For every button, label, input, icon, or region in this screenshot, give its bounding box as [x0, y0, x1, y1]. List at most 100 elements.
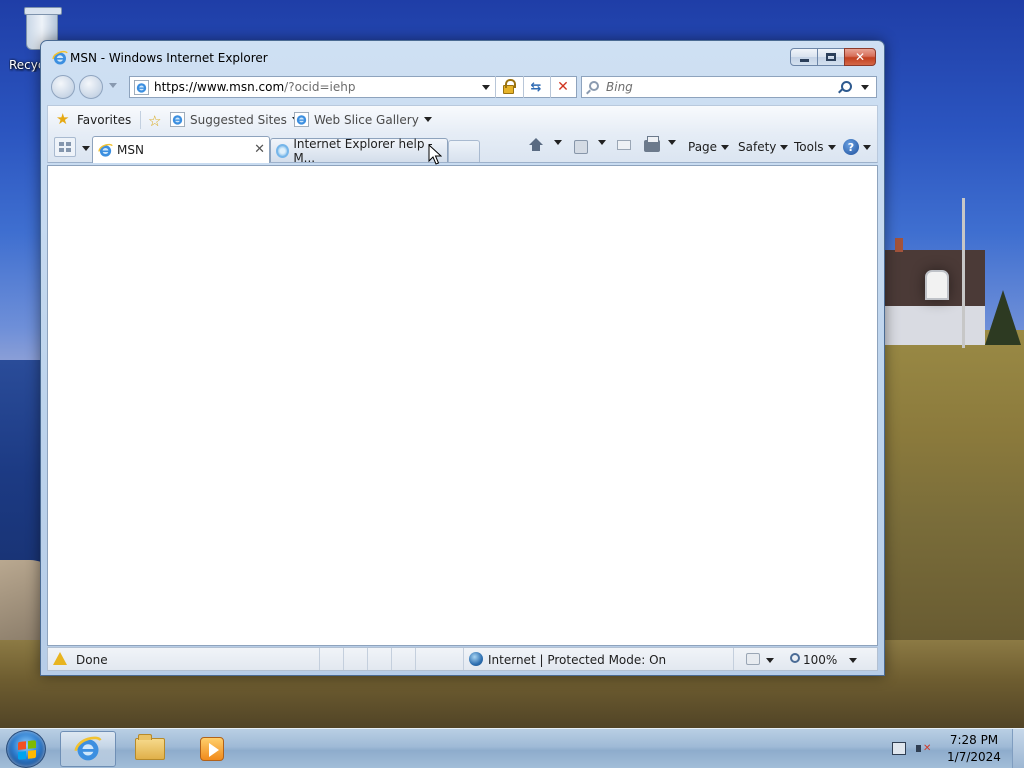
- stop-icon: ✕: [557, 79, 569, 95]
- close-icon: ✕: [854, 50, 866, 64]
- protected-mode-icon[interactable]: [746, 653, 760, 665]
- quick-tabs-button[interactable]: [54, 137, 76, 157]
- wallpaper-flagpole: [962, 198, 965, 348]
- page-favicon-icon: [134, 80, 149, 95]
- status-cell: [392, 648, 416, 670]
- clock-time[interactable]: 7:28 PM: [942, 733, 1006, 747]
- close-button[interactable]: ✕: [844, 48, 876, 66]
- taskbar-internet-explorer[interactable]: [60, 731, 116, 767]
- web-slice-gallery-link[interactable]: Web Slice Gallery: [294, 112, 432, 127]
- status-cell: [48, 648, 320, 670]
- lock-icon: [502, 79, 516, 94]
- page-content-area[interactable]: [47, 165, 878, 646]
- taskbar-windows-explorer[interactable]: [122, 731, 178, 767]
- internet-explorer-icon: [170, 112, 185, 127]
- loading-spinner-icon: [276, 143, 290, 158]
- security-report-button[interactable]: [495, 76, 520, 98]
- show-desktop-button[interactable]: [1012, 729, 1024, 768]
- print-icon: [644, 136, 660, 152]
- zoom-level[interactable]: 100%: [803, 653, 837, 667]
- chevron-down-icon: [780, 144, 789, 150]
- search-placeholder: Bing: [606, 80, 633, 94]
- tab-internet-explorer-help[interactable]: Internet Explorer help - M...: [270, 136, 448, 165]
- chevron-down-icon: [423, 117, 432, 122]
- internet-explorer-icon: [52, 50, 68, 65]
- chevron-down-icon: [827, 144, 836, 150]
- recent-pages-dropdown[interactable]: [109, 83, 117, 88]
- protected-mode-dropdown[interactable]: [766, 658, 774, 663]
- folder-icon: [135, 734, 165, 760]
- web-slice-gallery-label: Web Slice Gallery: [314, 112, 419, 127]
- wallpaper-house: [885, 238, 985, 345]
- tab-msn[interactable]: MSN ✕: [92, 136, 270, 163]
- tab-label: MSN: [117, 143, 144, 157]
- internet-explorer-window: MSN - Windows Internet Explorer ✕ https:…: [40, 40, 885, 676]
- windows-logo-icon: [18, 740, 36, 760]
- zoom-dropdown[interactable]: [849, 658, 857, 663]
- page-menu-button[interactable]: Page: [688, 140, 730, 154]
- search-options-dropdown[interactable]: [861, 85, 869, 90]
- add-to-favorites-bar-button[interactable]: ☆: [148, 112, 165, 130]
- volume-muted-icon[interactable]: [916, 742, 931, 755]
- chevron-down-icon: [863, 144, 871, 150]
- favorites-separator: [140, 111, 141, 129]
- home-button[interactable]: [529, 138, 543, 152]
- zoom-icon: [790, 653, 800, 663]
- read-mail-button[interactable]: [617, 140, 631, 150]
- status-bar: Done Internet | Protected Mode: On 100%: [47, 647, 878, 671]
- taskbar-media-player[interactable]: [184, 731, 240, 767]
- start-button[interactable]: [6, 730, 46, 768]
- window-titlebar[interactable]: MSN - Windows Internet Explorer ✕: [41, 41, 884, 73]
- window-title: MSN - Windows Internet Explorer: [70, 51, 268, 65]
- search-icon[interactable]: [838, 80, 852, 94]
- notification-area: 7:28 PM 1/7/2024: [888, 729, 1008, 768]
- suggested-sites-label: Suggested Sites: [190, 112, 287, 127]
- address-bar[interactable]: https://www.msn.com/?ocid=iehp ⇆ ✕: [129, 76, 577, 98]
- back-button[interactable]: [51, 75, 75, 99]
- print-button[interactable]: [644, 136, 660, 152]
- suggested-sites-link[interactable]: Suggested Sites: [170, 112, 300, 127]
- tab-label: Internet Explorer help - M...: [293, 136, 433, 165]
- rss-feed-icon: [574, 140, 588, 154]
- safety-menu-button[interactable]: Safety: [738, 140, 789, 154]
- help-menu-button[interactable]: ?: [843, 139, 871, 155]
- tab-list-dropdown[interactable]: [82, 146, 90, 151]
- tools-menu-button[interactable]: Tools: [794, 140, 836, 154]
- media-player-icon: [200, 737, 224, 761]
- print-dropdown[interactable]: [664, 140, 676, 145]
- favorites-bar: ★ Favorites ☆ Suggested Sites Web Slice …: [47, 105, 878, 133]
- network-icon[interactable]: [892, 742, 906, 755]
- chevron-down-icon: [554, 140, 562, 145]
- chevron-down-icon: [721, 144, 730, 150]
- internet-explorer-icon: [294, 112, 309, 127]
- wallpaper-tree: [985, 290, 1021, 345]
- favorites-button[interactable]: ★ Favorites: [56, 112, 131, 128]
- forward-button[interactable]: [79, 75, 103, 99]
- close-tab-icon[interactable]: ✕: [254, 142, 265, 157]
- search-provider-icon: [589, 81, 599, 91]
- help-icon: ?: [843, 139, 859, 155]
- feeds-button[interactable]: [574, 140, 588, 154]
- feeds-dropdown[interactable]: [594, 140, 606, 145]
- status-cell: [464, 648, 734, 670]
- home-dropdown[interactable]: [550, 140, 562, 145]
- add-favorite-star-icon: ☆: [148, 112, 162, 130]
- stop-button[interactable]: ✕: [550, 76, 575, 98]
- status-cell: [416, 648, 464, 670]
- tools-menu-label: Tools: [794, 140, 824, 154]
- minimize-button[interactable]: [790, 48, 818, 66]
- chevron-down-icon: [598, 140, 606, 145]
- search-box[interactable]: Bing: [581, 76, 877, 98]
- favorites-label: Favorites: [77, 113, 132, 127]
- refresh-icon: ⇆: [530, 79, 542, 95]
- address-url[interactable]: https://www.msn.com/?ocid=iehp: [154, 80, 355, 94]
- taskbar: 7:28 PM 1/7/2024: [0, 728, 1024, 768]
- tab-and-command-bar: MSN ✕ Internet Explorer help - M... Page: [47, 133, 878, 165]
- new-tab-button[interactable]: [448, 140, 480, 162]
- refresh-button[interactable]: ⇆: [523, 76, 548, 98]
- maximize-button[interactable]: [817, 48, 845, 66]
- mail-icon: [617, 140, 631, 150]
- clock-date[interactable]: 1/7/2024: [942, 750, 1006, 764]
- address-history-dropdown[interactable]: [482, 85, 490, 90]
- status-cell: [320, 648, 344, 670]
